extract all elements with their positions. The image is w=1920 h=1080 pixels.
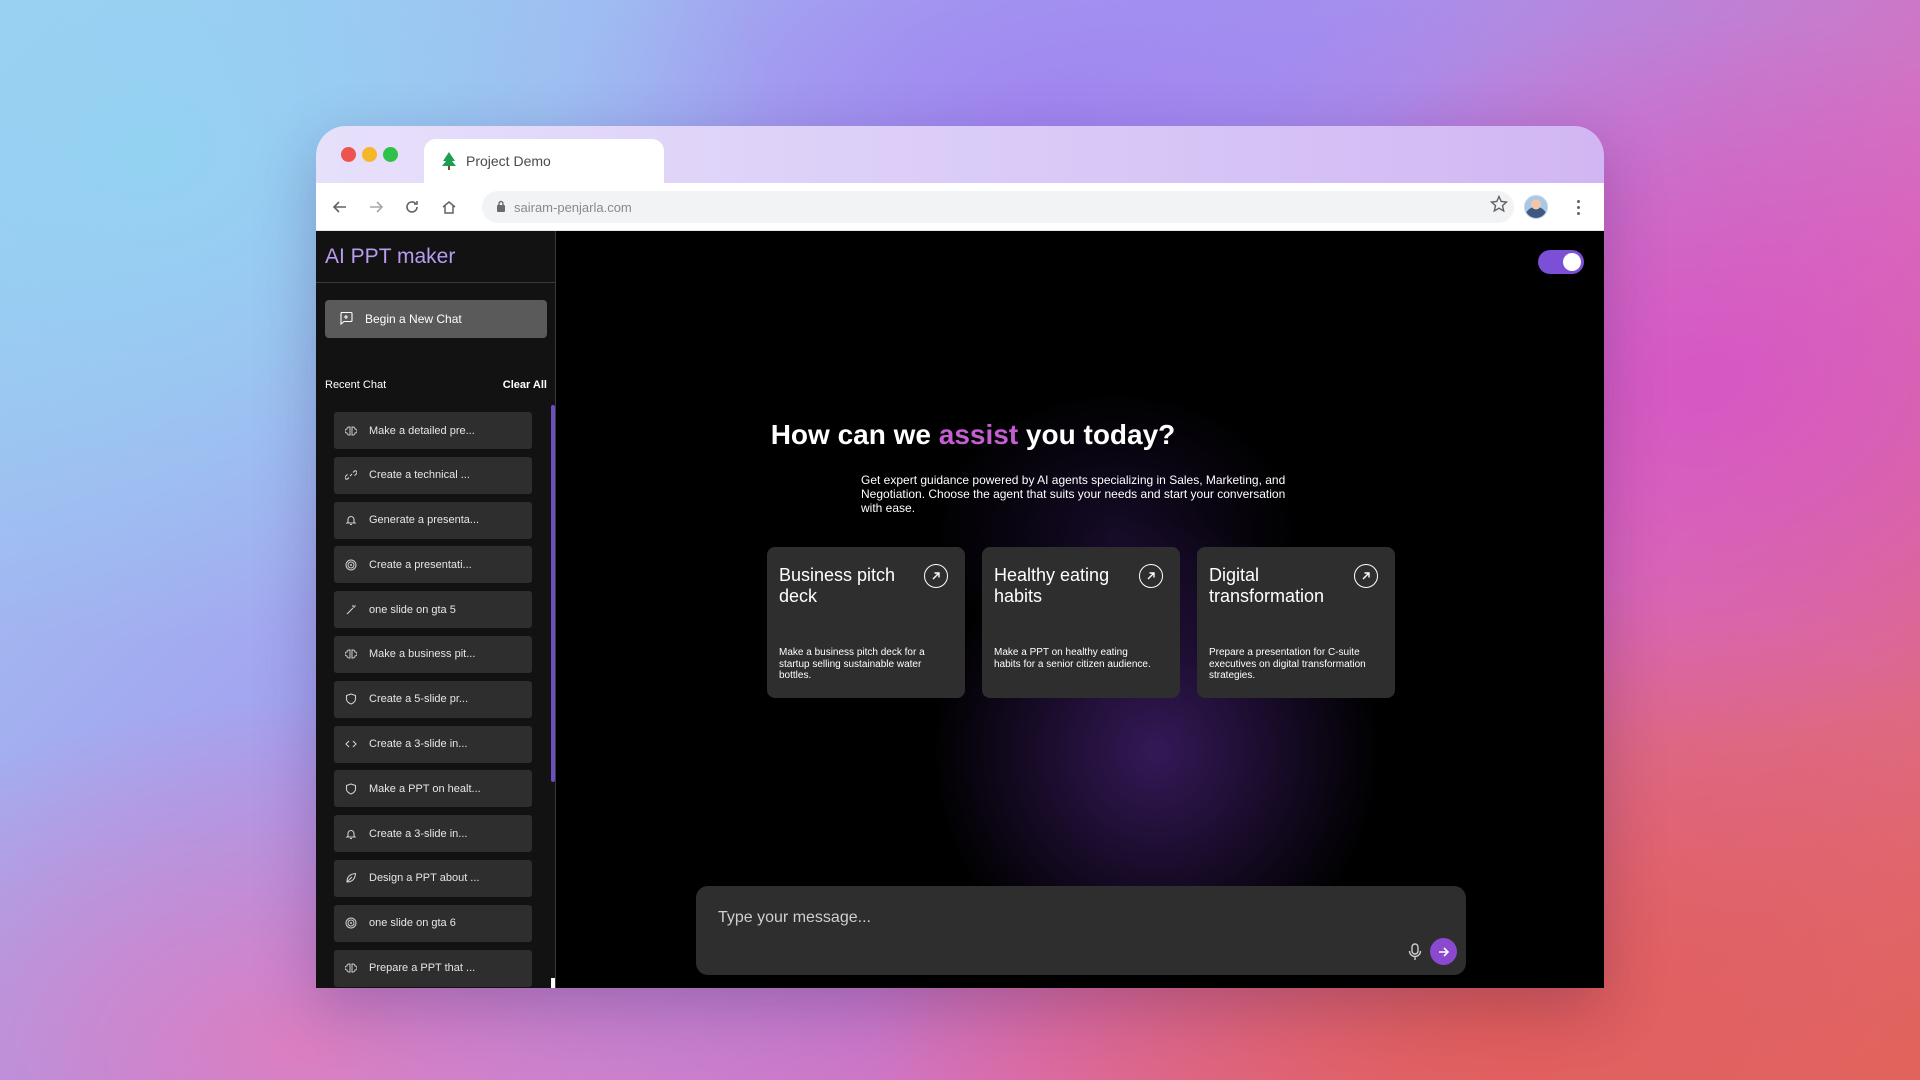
link-icon — [344, 469, 357, 482]
chat-item-label: Prepare a PPT that ... — [369, 962, 476, 975]
chat-item-label: Create a 3-slide in... — [369, 827, 468, 840]
chat-list-item[interactable]: one slide on gta 6 — [334, 904, 532, 942]
chat-item-label: Make a business pit... — [369, 648, 476, 661]
wand-icon — [344, 603, 357, 616]
code-icon — [344, 738, 357, 751]
headline-text-end: you today? — [1018, 419, 1176, 450]
suggestion-card[interactable]: Business pitch deck Make a business pitch… — [767, 547, 965, 698]
chat-item-label: Make a PPT on healt... — [369, 782, 481, 795]
brain-icon — [344, 424, 357, 437]
address-bar[interactable]: sairam-penjarla.com — [482, 191, 1514, 223]
card-description: Prepare a presentation for C-suite execu… — [1209, 647, 1366, 681]
back-arrow-icon[interactable] — [328, 195, 352, 219]
browser-toolbar: sairam-penjarla.com — [316, 183, 1604, 231]
close-window-button[interactable] — [341, 147, 356, 162]
chat-list-item[interactable]: Design a PPT about ... — [334, 859, 532, 897]
app-title: AI PPT maker — [316, 231, 555, 283]
card-title: Business pitch deck — [779, 565, 896, 606]
chat-list-item[interactable]: Create a 3-slide in... — [334, 815, 532, 853]
profile-avatar[interactable] — [1524, 195, 1548, 219]
headline-text: How can we — [770, 419, 939, 450]
chat-list-item[interactable]: Generate a presenta... — [334, 501, 532, 539]
card-description: Make a PPT on healthy eating habits for … — [994, 647, 1151, 670]
chat-item-label: Create a technical ... — [369, 469, 470, 482]
tab-title: Project Demo — [466, 153, 551, 169]
browser-titlebar: Project Demo — [316, 126, 1604, 183]
card-title: Digital transformation — [1209, 565, 1325, 606]
send-button[interactable] — [1430, 938, 1457, 965]
browser-tab[interactable]: Project Demo — [424, 139, 664, 183]
main-panel: How can we assist you today? Get expert … — [556, 231, 1604, 988]
suggestion-cards: Business pitch deck Make a business pitch… — [767, 547, 1395, 698]
shield-icon — [344, 693, 357, 706]
chat-list-item[interactable]: Create a technical ... — [334, 456, 532, 494]
recent-chat-list: Make a detailed pre... Create a technical… — [334, 412, 532, 988]
new-chat-button[interactable]: Begin a New Chat — [325, 300, 547, 338]
brain-icon — [344, 962, 357, 975]
tree-icon — [442, 152, 456, 170]
message-input[interactable] — [718, 906, 1398, 930]
target-icon — [344, 558, 357, 571]
leaf-icon — [344, 872, 357, 885]
recent-chat-header: Recent Chat Clear All — [325, 379, 547, 391]
home-icon[interactable] — [437, 195, 461, 219]
theme-toggle[interactable] — [1538, 250, 1584, 274]
chat-list-item[interactable]: Make a PPT on healt... — [334, 770, 532, 808]
scrollbar-end — [551, 978, 555, 988]
browser-window: Project Demo sairam-penjarla.com AI PPT … — [316, 126, 1604, 988]
arrow-up-right-icon[interactable] — [924, 564, 948, 588]
bell-icon — [344, 827, 357, 840]
chat-list-item[interactable]: one slide on gta 5 — [334, 591, 532, 629]
app-root: AI PPT maker Begin a New Chat Recent Cha… — [316, 231, 1604, 988]
chat-item-label: one slide on gta 5 — [369, 603, 456, 616]
new-chat-icon — [339, 311, 353, 328]
page-subtitle: Get expert guidance powered by AI agents… — [861, 473, 1286, 515]
chat-item-label: Make a detailed pre... — [369, 424, 475, 437]
chat-item-label: Generate a presenta... — [369, 514, 480, 527]
chat-list-item[interactable]: Create a 5-slide pr... — [334, 680, 532, 718]
reload-icon[interactable] — [400, 195, 424, 219]
sidebar: AI PPT maker Begin a New Chat Recent Cha… — [316, 231, 556, 988]
page-title: How can we assist you today? — [556, 419, 1390, 451]
message-composer — [696, 886, 1466, 975]
brain-icon — [344, 648, 357, 661]
clear-all-button[interactable]: Clear All — [503, 379, 547, 391]
minimize-window-button[interactable] — [362, 147, 377, 162]
chat-list-item[interactable]: Prepare a PPT that ... — [334, 949, 532, 987]
chat-item-label: Create a 3-slide in... — [369, 738, 468, 751]
new-chat-label: Begin a New Chat — [365, 312, 462, 326]
url-text: sairam-penjarla.com — [514, 199, 632, 215]
arrow-up-right-icon[interactable] — [1354, 564, 1378, 588]
target-icon — [344, 917, 357, 930]
card-title: Healthy eating habits — [994, 565, 1110, 606]
recent-chat-label: Recent Chat — [325, 379, 387, 391]
microphone-icon[interactable] — [1407, 942, 1423, 962]
arrow-right-icon — [1438, 946, 1449, 957]
headline-accent: assist — [938, 419, 1019, 450]
more-vertical-icon[interactable] — [1566, 195, 1590, 219]
chat-item-label: Create a 5-slide pr... — [369, 693, 469, 706]
star-icon[interactable] — [1489, 194, 1509, 218]
chat-list-item[interactable]: Make a detailed pre... — [334, 412, 532, 449]
bell-icon — [344, 514, 357, 527]
maximize-window-button[interactable] — [383, 147, 398, 162]
suggestion-card[interactable]: Digital transformation Prepare a presenta… — [1197, 547, 1395, 698]
suggestion-card[interactable]: Healthy eating habits Make a PPT on healt… — [982, 547, 1180, 698]
chat-item-label: one slide on gta 6 — [369, 917, 456, 930]
chat-list-item[interactable]: Create a presentati... — [334, 546, 532, 584]
chat-list-item[interactable]: Make a business pit... — [334, 635, 532, 673]
chat-item-label: Create a presentati... — [369, 558, 472, 571]
shield-icon — [344, 782, 357, 795]
sidebar-scrollbar[interactable] — [551, 405, 555, 782]
forward-arrow-icon[interactable] — [364, 195, 388, 219]
chat-list-item[interactable]: Create a 3-slide in... — [334, 725, 532, 763]
lock-icon — [496, 200, 506, 215]
arrow-up-right-icon[interactable] — [1139, 564, 1163, 588]
card-description: Make a business pitch deck for a startup… — [779, 647, 925, 681]
chat-item-label: Design a PPT about ... — [369, 872, 480, 885]
